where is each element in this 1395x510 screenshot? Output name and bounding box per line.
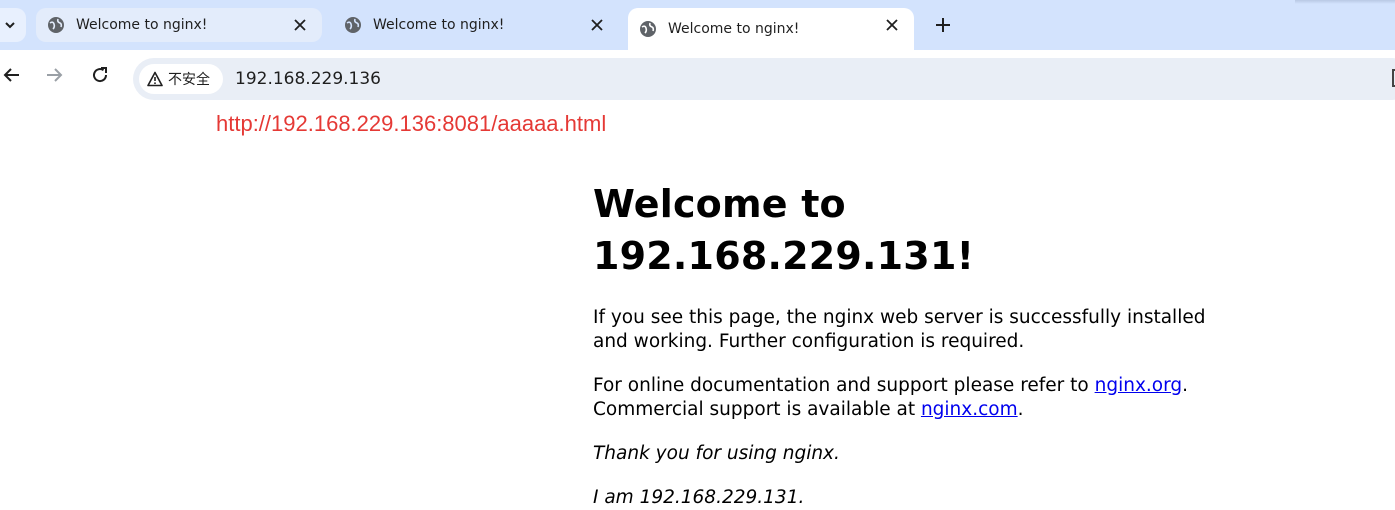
reload-icon xyxy=(93,67,108,83)
commercial-text: Commercial support is available at xyxy=(593,399,921,420)
security-label: 不安全 xyxy=(168,72,210,88)
url-annotation: http://192.168.229.136:8081/aaaaa.html xyxy=(216,111,607,136)
address-bar[interactable]: 不安全 192.168.229.136 xyxy=(133,58,1395,100)
nginx-com-link[interactable]: nginx.com xyxy=(921,399,1018,420)
arrow-left-icon xyxy=(3,68,19,82)
tab-search-button[interactable] xyxy=(0,8,26,42)
new-tab-button[interactable] xyxy=(932,14,954,36)
globe-icon xyxy=(638,19,658,39)
intro-paragraph: If you see this page, the nginx web serv… xyxy=(593,307,1206,352)
plus-icon xyxy=(936,18,950,32)
arrow-right-icon xyxy=(47,68,63,82)
tab-1[interactable]: Welcome to nginx! xyxy=(36,8,322,42)
tab-2[interactable]: Welcome to nginx! xyxy=(333,8,619,42)
thanks-text: Thank you for using nginx. xyxy=(593,443,840,464)
tab-title: Welcome to nginx! xyxy=(373,17,505,33)
docs-period: . xyxy=(1182,375,1189,396)
globe-icon xyxy=(343,15,363,35)
tab-3-active[interactable]: Welcome to nginx! xyxy=(628,8,914,50)
docs-text: For online documentation and support ple… xyxy=(593,375,1095,396)
tabstrip-edge xyxy=(1295,0,1395,4)
back-button[interactable] xyxy=(0,64,22,86)
forward-button[interactable] xyxy=(44,64,66,86)
tab-title: Welcome to nginx! xyxy=(76,17,208,33)
close-icon[interactable] xyxy=(292,17,308,33)
page-heading: Welcome to 192.168.229.131! xyxy=(593,182,975,278)
toolbar: 不安全 192.168.229.136 xyxy=(0,50,1395,100)
server-id-text: I am 192.168.229.131. xyxy=(593,487,805,508)
page-content: Welcome to 192.168.229.131! If you see t… xyxy=(593,178,1233,510)
url-text[interactable]: 192.168.229.136 xyxy=(235,69,381,89)
docs-paragraph: For online documentation and support ple… xyxy=(593,374,1233,422)
chevron-down-icon xyxy=(5,22,15,29)
reload-button[interactable] xyxy=(89,64,111,86)
security-chip[interactable]: 不安全 xyxy=(139,64,223,94)
tab-strip: Welcome to nginx! Welcome to nginx! Welc… xyxy=(0,0,1395,50)
nginx-org-link[interactable]: nginx.org xyxy=(1095,375,1183,396)
commercial-period: . xyxy=(1017,399,1024,420)
close-icon[interactable] xyxy=(884,17,900,33)
close-icon[interactable] xyxy=(589,17,605,33)
warning-icon xyxy=(147,71,163,87)
globe-icon xyxy=(46,15,66,35)
tab-title: Welcome to nginx! xyxy=(668,21,800,37)
